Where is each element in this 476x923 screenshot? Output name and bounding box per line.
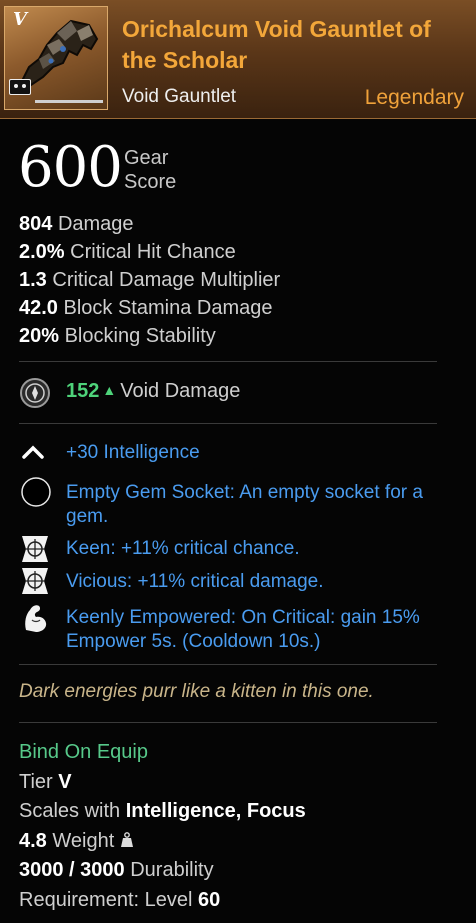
stat-block-stamina: 42.0 Block Stamina Damage: [19, 294, 280, 322]
item-subtype: Void Gauntlet: [122, 86, 237, 107]
gear-score-label: Gear Score: [124, 146, 176, 194]
stat-damage: 804 Damage: [19, 210, 280, 238]
increase-arrow-icon: ▲: [102, 382, 117, 398]
divider: [19, 361, 437, 362]
perk-intelligence: +30 Intelligence: [66, 441, 458, 465]
scales-value: Intelligence, Focus: [125, 800, 306, 822]
divider: [19, 664, 437, 665]
stat-crit-multiplier: 1.3 Critical Damage Multiplier: [19, 266, 280, 294]
perk-description: +11% critical chance.: [120, 538, 300, 559]
requirement-value: 60: [198, 888, 221, 911]
perk-name: Keenly Empowered:: [66, 607, 237, 628]
tooltip-header: V Orichalcum Void Gauntlet of the Schola…: [0, 0, 476, 119]
item-footer: Bind On Equip Tier V Scales with Intelli…: [19, 738, 306, 915]
scales-label: Scales with: [19, 800, 121, 822]
stat-value: 1.3: [19, 269, 47, 291]
weight-row: 4.8 Weight: [19, 827, 306, 857]
gauntlet-item-icon: V: [4, 6, 108, 110]
stat-crit-chance: 2.0% Critical Hit Chance: [19, 238, 280, 266]
gear-score-value: 600: [18, 135, 123, 200]
durability-value: 3000 / 3000: [19, 859, 125, 881]
icon-underline: [35, 100, 103, 103]
stat-label: Damage: [57, 213, 134, 235]
void-attribute-icon: [20, 378, 50, 408]
weight-value: 4.8: [19, 829, 47, 852]
requirement-row: Requirement: Level 60: [19, 886, 306, 916]
scaling-row: Scales with Intelligence, Focus: [19, 797, 306, 827]
mask-badge-icon: [9, 79, 31, 95]
divider: [19, 423, 437, 424]
durability-label: Durability: [130, 859, 214, 881]
perk-gem-socket: Empty Gem Socket: An empty socket for a …: [66, 481, 458, 529]
stat-label: Block Stamina Damage: [63, 297, 273, 319]
divider: [19, 722, 437, 723]
stat-label: Critical Hit Chance: [70, 241, 236, 263]
flexed-arm-icon: [25, 605, 47, 632]
tier-value: V: [58, 770, 72, 793]
gear-score-label-line2: Score: [124, 171, 177, 193]
weight-icon: [121, 831, 134, 847]
empty-gem-socket-icon[interactable]: [20, 476, 52, 508]
perk-description: +11% critical damage.: [137, 571, 324, 592]
stat-value: 42.0: [19, 297, 58, 319]
perk-name: Vicious:: [66, 571, 133, 592]
tier-label: Tier: [19, 770, 53, 793]
stat-value: 2.0%: [19, 241, 65, 263]
perk-vicious: Vicious: +11% critical damage.: [66, 570, 458, 594]
void-damage-row: 152 ▲ Void Damage: [66, 380, 240, 403]
perk-name: Empty Gem Socket:: [66, 482, 235, 503]
tier-row: Tier V: [19, 768, 306, 798]
gear-score-label-line1: Gear: [124, 147, 169, 169]
bind-status: Bind On Equip: [19, 741, 148, 763]
stat-label: Blocking Stability: [64, 325, 216, 347]
crosshair-icon: [22, 536, 48, 562]
stat-blocking-stability: 20% Blocking Stability: [19, 322, 280, 350]
stat-label: Critical Damage Multiplier: [52, 269, 281, 291]
item-tooltip: V Orichalcum Void Gauntlet of the Schola…: [0, 0, 476, 923]
void-damage-value: 152: [66, 380, 100, 402]
chevron-up-icon: [22, 445, 44, 459]
requirement-label: Requirement: Level: [19, 888, 193, 911]
flavor-text: Dark energies purr like a kitten in this…: [19, 681, 374, 702]
crosshair-icon: [22, 568, 48, 594]
void-damage-label: Void Damage: [120, 380, 241, 402]
item-rarity: Legendary: [364, 86, 464, 109]
perk-keen: Keen: +11% critical chance.: [66, 537, 458, 561]
stat-value: 804: [19, 213, 53, 235]
perk-name: Keen:: [66, 538, 116, 559]
tier-mark: V: [13, 9, 27, 30]
perk-keenly-empowered: Keenly Empowered: On Critical: gain 15% …: [66, 606, 458, 654]
item-title: Orichalcum Void Gauntlet of the Scholar: [122, 16, 431, 73]
stat-value: 20%: [19, 325, 60, 347]
durability-row: 3000 / 3000 Durability: [19, 856, 306, 886]
perk-text: +30 Intelligence: [66, 442, 200, 463]
base-stats: 804 Damage 2.0% Critical Hit Chance 1.3 …: [19, 210, 280, 350]
weight-label: Weight: [52, 829, 115, 852]
